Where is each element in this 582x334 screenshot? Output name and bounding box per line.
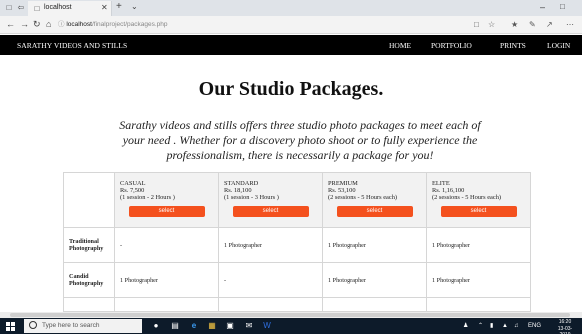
package-elite: ELITE Rs. 1,16,100 (2 sessions - 5 Hours… bbox=[426, 172, 531, 228]
new-tab-icon[interactable]: + bbox=[116, 1, 122, 12]
battery-icon[interactable]: ▮ bbox=[490, 322, 493, 330]
select-premium-button[interactable]: select bbox=[336, 206, 413, 217]
table-cell bbox=[322, 297, 427, 312]
table-cell bbox=[114, 297, 219, 312]
search-placeholder: Type here to search bbox=[42, 322, 100, 329]
people-icon[interactable]: ♟ bbox=[463, 322, 468, 330]
maximize-icon[interactable]: □ bbox=[560, 2, 565, 11]
file-explorer-icon[interactable]: ▦ bbox=[207, 321, 217, 331]
task-view-icon[interactable]: ▤ bbox=[170, 321, 180, 331]
taskbar-clock[interactable]: 16:20 13-03-2019 bbox=[553, 319, 577, 334]
table-cell: 1 Photographer bbox=[426, 227, 531, 263]
table-cell: 1 Photographer bbox=[114, 262, 219, 298]
url-field[interactable]: ⓘ localhost/finalproject/packages.php bbox=[58, 19, 398, 31]
close-tab-icon[interactable]: ✕ bbox=[101, 3, 108, 12]
table-cell bbox=[426, 297, 531, 312]
table-cell: 1 Photographer bbox=[322, 227, 427, 263]
package-premium: PREMIUM Rs. 53,100 (2 sessions - 5 Hours… bbox=[322, 172, 427, 228]
package-name: STANDARD bbox=[224, 180, 259, 187]
table-cell bbox=[218, 297, 323, 312]
table-cell: 1 Photographer bbox=[426, 262, 531, 298]
language-indicator[interactable]: ENG bbox=[528, 322, 541, 330]
table-cell: 1 Photographer bbox=[218, 227, 323, 263]
volume-icon[interactable]: ♫ bbox=[514, 322, 519, 330]
clock-date: 13-03-2019 bbox=[557, 325, 573, 334]
word-icon[interactable]: W bbox=[262, 321, 272, 331]
mail-icon[interactable]: ✉ bbox=[244, 321, 254, 331]
back-arrow-icon[interactable]: ← bbox=[6, 19, 15, 30]
forward-arrow-icon[interactable]: → bbox=[20, 19, 29, 30]
tab-back-icon[interactable]: ⇦ bbox=[16, 3, 26, 12]
scrollbar-thumb[interactable] bbox=[10, 313, 570, 317]
package-name: PREMIUM bbox=[328, 180, 358, 187]
packages-table: CASUAL Rs. 7,500 (1 session - 2 Hours ) … bbox=[63, 172, 531, 312]
edge-browser-icon[interactable]: e bbox=[189, 321, 199, 331]
home-icon[interactable]: ⌂ bbox=[46, 19, 51, 30]
empty-corner-cell bbox=[63, 172, 115, 228]
table-row: Candid Photography 1 Photographer - 1 Ph… bbox=[63, 262, 531, 298]
nav-portfolio-link[interactable]: PORTFOLIO bbox=[431, 41, 472, 50]
pen-icon[interactable]: ✎ bbox=[529, 20, 536, 30]
package-price: Rs. 18,100 bbox=[224, 187, 252, 194]
share-icon[interactable]: ↗ bbox=[546, 20, 553, 30]
package-sessions: (1 session - 2 Hours ) bbox=[120, 194, 175, 201]
table-cell: - bbox=[218, 262, 323, 298]
microphone-icon[interactable]: ● bbox=[151, 321, 161, 331]
search-icon bbox=[29, 321, 37, 329]
package-sessions: (1 session - 3 Hours ) bbox=[224, 194, 279, 201]
nav-home-link[interactable]: HOME bbox=[389, 41, 411, 50]
url-host: localhost bbox=[66, 21, 92, 28]
select-casual-button[interactable]: select bbox=[128, 206, 205, 217]
table-cell: - bbox=[114, 227, 219, 263]
page-title: Our Studio Packages. bbox=[198, 78, 384, 100]
brand-name[interactable]: SARATHY VIDEOS AND STILLS bbox=[17, 41, 127, 50]
page-icon: □ bbox=[34, 4, 40, 13]
package-price: Rs. 53,100 bbox=[328, 187, 356, 194]
package-sessions: (2 sessions - 5 Hours each) bbox=[432, 194, 502, 201]
row-label: Candid Photography bbox=[63, 262, 115, 298]
package-name: ELITE bbox=[432, 180, 450, 187]
package-sessions: (2 sessions - 5 Hours each) bbox=[328, 194, 398, 201]
favorites-hub-icon[interactable]: ★ bbox=[511, 20, 518, 30]
windows-start-icon[interactable] bbox=[6, 322, 15, 331]
minimize-icon[interactable]: – bbox=[540, 2, 545, 12]
table-cell bbox=[63, 297, 115, 312]
store-icon[interactable]: ▣ bbox=[225, 321, 235, 331]
address-bar: ← → ↻ ⌂ ⓘ localhost/finalproject/package… bbox=[0, 16, 582, 34]
package-header-row: CASUAL Rs. 7,500 (1 session - 2 Hours ) … bbox=[63, 172, 531, 228]
site-navbar: SARATHY VIDEOS AND STILLS HOME PORTFOLIO… bbox=[0, 35, 582, 55]
select-elite-button[interactable]: select bbox=[440, 206, 517, 217]
lock-icon: ⓘ bbox=[58, 21, 65, 28]
table-cell: 1 Photographer bbox=[322, 262, 427, 298]
row-label: Traditional Photography bbox=[63, 227, 115, 263]
table-row: Traditional Photography - 1 Photographer… bbox=[63, 227, 531, 263]
url-path: /finalproject/packages.php bbox=[91, 21, 168, 28]
intro-text: Sarathy videos and stills offers three s… bbox=[119, 118, 481, 162]
favorite-star-icon[interactable]: ☆ bbox=[488, 20, 495, 30]
browser-tab[interactable]: □ localhost ✕ bbox=[28, 1, 112, 16]
refresh-icon[interactable]: ↻ bbox=[33, 19, 41, 30]
package-price: Rs. 7,500 bbox=[120, 187, 145, 194]
package-standard: STANDARD Rs. 18,100 (1 session - 3 Hours… bbox=[218, 172, 323, 228]
taskbar: Type here to search ● ▤ e ▦ ▣ ✉ W ♟ ⌃ ▮ … bbox=[0, 318, 582, 334]
more-icon[interactable]: ⋯ bbox=[566, 20, 574, 30]
tab-actions-icon[interactable]: □ bbox=[4, 3, 14, 12]
package-name: CASUAL bbox=[120, 180, 146, 187]
package-price: Rs. 1,16,100 bbox=[432, 187, 465, 194]
package-casual: CASUAL Rs. 7,500 (1 session - 2 Hours ) … bbox=[114, 172, 219, 228]
tab-title: localhost bbox=[44, 4, 72, 11]
browser-tab-bar: □ ⇦ □ localhost ✕ + ⌄ – □ bbox=[0, 0, 582, 16]
taskbar-search-box[interactable]: Type here to search bbox=[24, 319, 142, 333]
table-row bbox=[63, 297, 531, 312]
nav-login-link[interactable]: LOGIN bbox=[547, 41, 570, 50]
chevron-down-icon[interactable]: ⌄ bbox=[131, 2, 138, 11]
network-icon[interactable]: ▲ bbox=[502, 322, 508, 330]
nav-prints-link[interactable]: PRINTS bbox=[500, 41, 526, 50]
tray-chevron-icon[interactable]: ⌃ bbox=[478, 322, 483, 330]
select-standard-button[interactable]: select bbox=[232, 206, 309, 217]
reading-view-icon[interactable]: □ bbox=[474, 20, 479, 30]
